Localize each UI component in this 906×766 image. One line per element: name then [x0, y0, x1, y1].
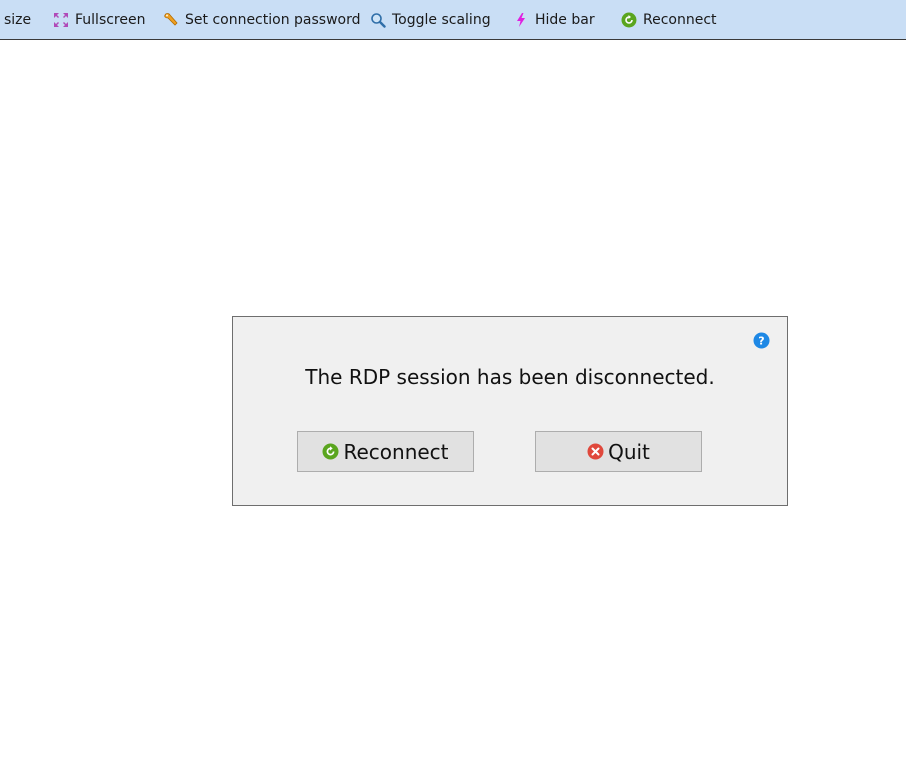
lightning-icon	[513, 12, 529, 28]
toolbar-item-hide-bar[interactable]: Hide bar	[513, 0, 595, 40]
disconnect-dialog: ? The RDP session has been disconnected.…	[232, 316, 788, 506]
toolbar-item-label: Toggle scaling	[392, 12, 491, 28]
toolbar: size Fullscreen Set connection password	[0, 0, 906, 40]
toolbar-item-size[interactable]: size	[4, 0, 31, 40]
toolbar-item-set-connection-password[interactable]: Set connection password	[163, 0, 361, 40]
reconnect-button-label: Reconnect	[343, 439, 449, 464]
refresh-icon	[621, 12, 637, 28]
wrench-icon	[163, 12, 179, 28]
svg-text:?: ?	[758, 335, 764, 348]
magnifier-icon	[370, 12, 386, 28]
toolbar-item-toggle-scaling[interactable]: Toggle scaling	[370, 0, 491, 40]
fullscreen-icon	[53, 12, 69, 28]
close-icon	[587, 443, 604, 460]
help-icon[interactable]: ?	[753, 332, 770, 349]
toolbar-item-label: Hide bar	[535, 12, 595, 28]
toolbar-item-label: Fullscreen	[75, 12, 146, 28]
toolbar-item-label: Reconnect	[643, 12, 717, 28]
reconnect-button[interactable]: Reconnect	[297, 431, 474, 472]
toolbar-item-fullscreen[interactable]: Fullscreen	[53, 0, 145, 40]
toolbar-item-label: Set connection password	[185, 12, 361, 28]
disconnect-message: The RDP session has been disconnected.	[305, 365, 715, 389]
refresh-icon	[322, 443, 339, 460]
quit-button-label: Quit	[608, 439, 650, 464]
toolbar-item-reconnect[interactable]: Reconnect	[621, 0, 717, 40]
quit-button[interactable]: Quit	[535, 431, 702, 472]
toolbar-item-label: size	[4, 12, 32, 28]
